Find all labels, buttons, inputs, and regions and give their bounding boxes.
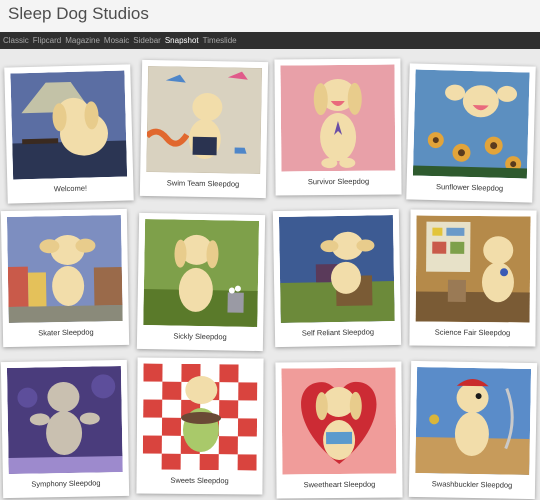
symphony-painting (6, 366, 123, 474)
card-artwork (278, 215, 395, 323)
card-caption: Welcome! (53, 183, 88, 194)
photo-card[interactable]: Self Reliant Sleepdog (272, 208, 402, 348)
nav-item-sidebar[interactable]: Sidebar (133, 36, 161, 45)
card-artwork (6, 366, 123, 474)
skater-painting (6, 215, 123, 323)
nav-item-magazine[interactable]: Magazine (65, 36, 100, 45)
card-artwork (415, 367, 532, 475)
survivor-painting (280, 64, 396, 172)
card-artwork (143, 219, 260, 327)
photo-card[interactable]: Swashbuckler Sleepdog (408, 360, 538, 500)
card-artwork (280, 64, 396, 172)
photo-card[interactable]: Sickly Sleepdog (136, 212, 266, 352)
card-artwork (10, 70, 128, 180)
card-caption: Swim Team Sleepdog (166, 178, 240, 189)
site-header: Sleep Dog Studios (0, 0, 540, 32)
card-artwork (6, 215, 123, 323)
view-mode-nav: Classic Flipcard Magazine Mosaic Sidebar… (0, 32, 540, 49)
nav-item-timeslide[interactable]: Timeslide (203, 36, 237, 45)
photo-card[interactable]: Sweets Sleepdog (136, 357, 264, 495)
nav-item-snapshot[interactable]: Snapshot (165, 36, 199, 45)
card-caption: Swashbuckler Sleepdog (431, 479, 513, 490)
card-artwork (412, 69, 530, 179)
photo-card[interactable]: Science Fair Sleepdog (409, 209, 537, 347)
snapshot-gallery: Welcome! Swim Team Sleepdog Survivor Sle… (0, 49, 540, 500)
sunflower-painting (412, 69, 530, 179)
photo-card[interactable]: Skater Sleepdog (0, 208, 130, 348)
card-caption: Skater Sleepdog (38, 327, 94, 338)
card-caption: Sweetheart Sleepdog (303, 479, 376, 490)
card-artwork (146, 66, 263, 174)
nav-item-mosaic[interactable]: Mosaic (104, 36, 129, 45)
card-artwork (142, 363, 258, 471)
card-caption: Sweets Sleepdog (170, 475, 229, 486)
nav-item-flipcard[interactable]: Flipcard (33, 36, 61, 45)
card-artwork (281, 367, 397, 475)
swim-team-painting (146, 66, 263, 174)
welcome-painting (10, 70, 128, 180)
sickly-painting (143, 219, 260, 327)
photo-card[interactable]: Sunflower Sleepdog (406, 63, 536, 203)
card-caption: Sunflower Sleepdog (435, 182, 504, 193)
photo-card[interactable]: Symphony Sleepdog (0, 359, 130, 499)
photo-card[interactable]: Survivor Sleepdog (274, 58, 402, 196)
card-caption: Self Reliant Sleepdog (301, 327, 375, 338)
sweets-painting (142, 363, 258, 471)
science-fair-painting (415, 215, 531, 323)
site-title[interactable]: Sleep Dog Studios (8, 4, 149, 24)
sweetheart-painting (281, 367, 397, 475)
photo-card[interactable]: Swim Team Sleepdog (139, 59, 269, 199)
photo-card[interactable]: Welcome! (4, 64, 134, 204)
card-artwork (415, 215, 531, 323)
card-caption: Survivor Sleepdog (307, 176, 370, 187)
card-caption: Sickly Sleepdog (173, 331, 227, 342)
swashbuckler-painting (415, 367, 532, 475)
photo-card[interactable]: Sweetheart Sleepdog (275, 361, 403, 499)
nav-item-classic[interactable]: Classic (3, 36, 29, 45)
card-caption: Symphony Sleepdog (31, 478, 101, 489)
card-caption: Science Fair Sleepdog (434, 327, 511, 338)
self-reliant-painting (278, 215, 395, 323)
